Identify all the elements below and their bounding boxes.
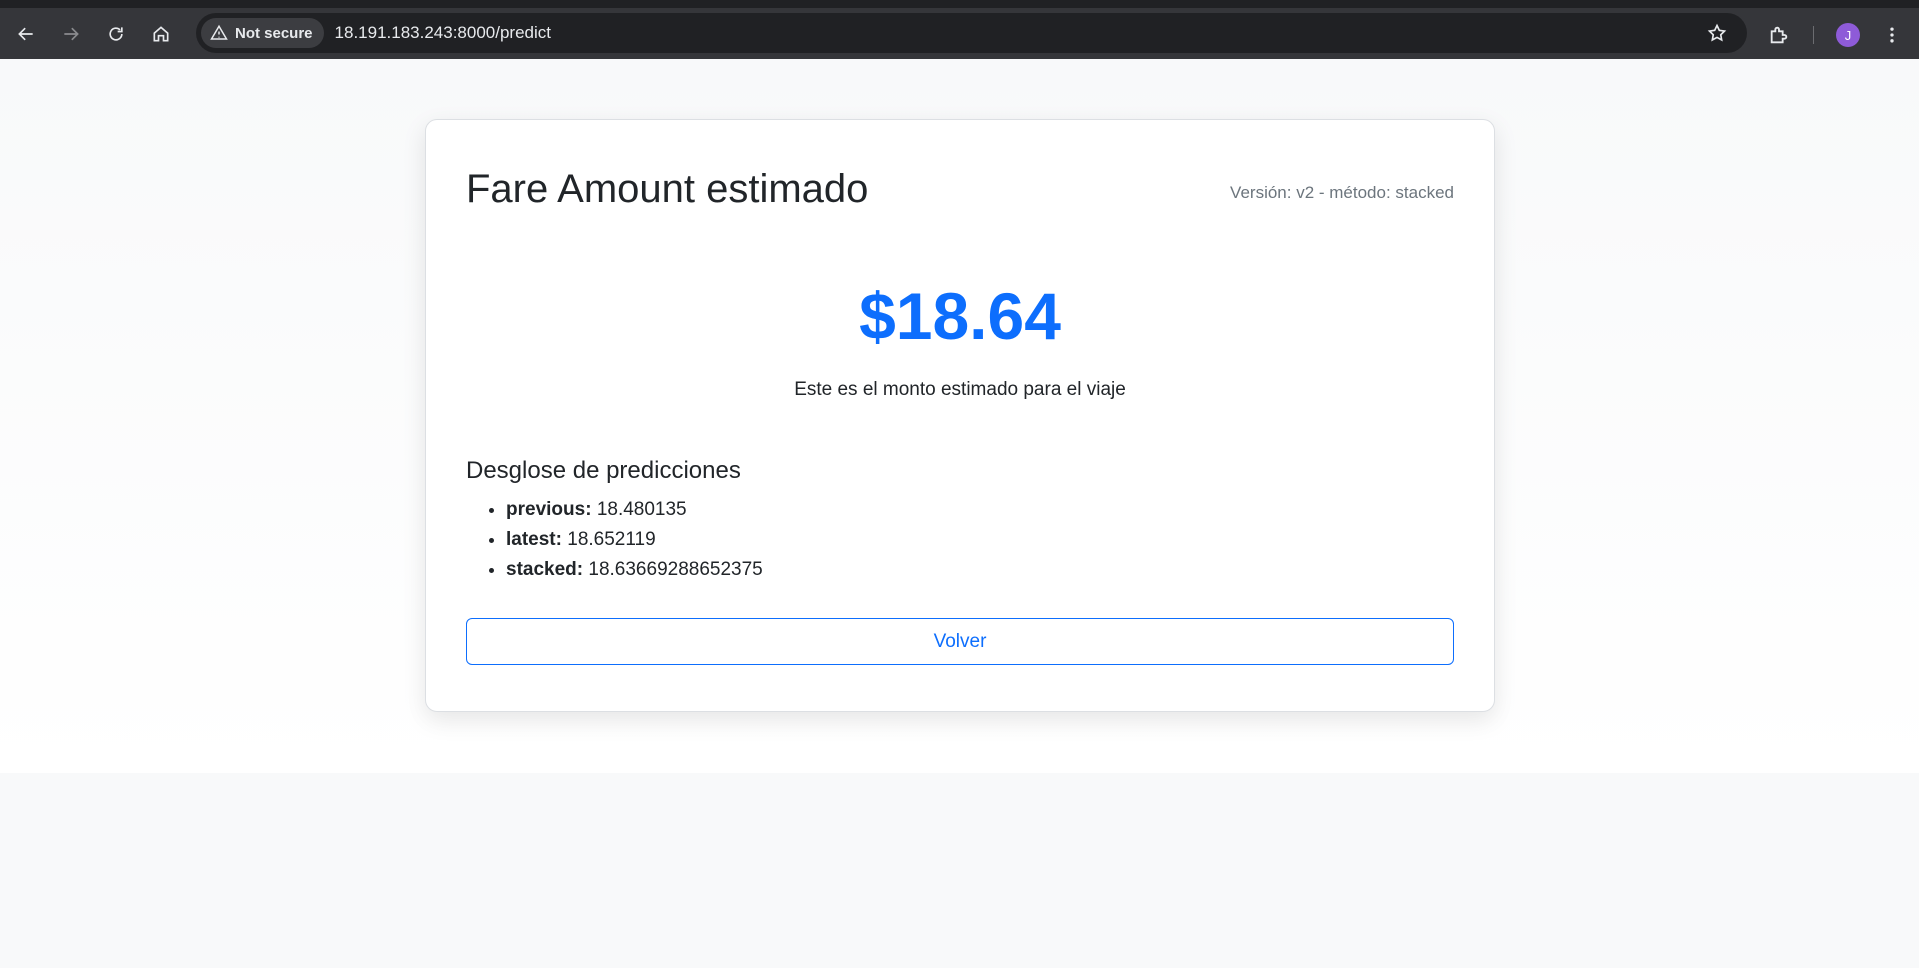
security-chip[interactable]: Not secure — [201, 18, 324, 48]
breakdown-value: 18.480135 — [596, 499, 687, 520]
estimated-amount: $18.64 — [859, 279, 1061, 353]
toolbar-divider — [1813, 26, 1814, 44]
breakdown-label: stacked: — [506, 559, 584, 580]
address-bar[interactable]: Not secure 18.191.183.243:8000/predict — [196, 13, 1747, 53]
list-item: previous: 18.480135 — [506, 495, 1454, 525]
url-text[interactable]: 18.191.183.243:8000/predict — [335, 23, 551, 43]
warning-icon — [210, 24, 228, 40]
back-nav-button[interactable] — [7, 15, 45, 53]
home-icon — [153, 25, 169, 41]
reload-icon — [109, 26, 123, 41]
list-item: latest: 18.652119 — [506, 525, 1454, 555]
more-vert-icon[interactable] — [1882, 24, 1902, 46]
back-button[interactable]: Volver — [466, 618, 1454, 665]
reload-button[interactable] — [97, 15, 135, 53]
breakdown-value: 18.63669288652375 — [588, 559, 763, 580]
browser-chrome: Not secure 18.191.183.243:8000/predict J — [0, 0, 1919, 59]
result-card: Fare Amount estimado Versión: v2 - métod… — [425, 119, 1495, 712]
amount-description: Este es el monto estimado para el viaje — [794, 379, 1126, 400]
arrow-left-icon — [18, 27, 33, 40]
star-icon[interactable] — [1707, 23, 1727, 43]
breakdown-label: latest: — [506, 529, 562, 550]
version-label: Versión: v2 - método: stacked — [1230, 183, 1454, 202]
card-header: Fare Amount estimado Versión: v2 - métod… — [466, 165, 1454, 213]
breakdown-value: 18.652119 — [567, 529, 656, 550]
breakdown-title: Desglose de predicciones — [466, 457, 741, 484]
arrow-right-icon — [64, 27, 79, 40]
profile-avatar[interactable]: J — [1836, 23, 1860, 47]
home-button[interactable] — [142, 15, 180, 53]
security-label: Not secure — [235, 24, 313, 42]
browser-toolbar: Not secure 18.191.183.243:8000/predict J — [0, 8, 1919, 59]
puzzle-icon[interactable] — [1768, 24, 1790, 46]
breakdown-list: previous: 18.480135 latest: 18.652119 st… — [466, 495, 1454, 585]
list-item: stacked: 18.63669288652375 — [506, 555, 1454, 585]
forward-nav-button[interactable] — [52, 15, 90, 53]
tab-strip — [0, 0, 1919, 8]
page-title: Fare Amount estimado — [466, 167, 869, 211]
breakdown-label: previous: — [506, 499, 592, 520]
